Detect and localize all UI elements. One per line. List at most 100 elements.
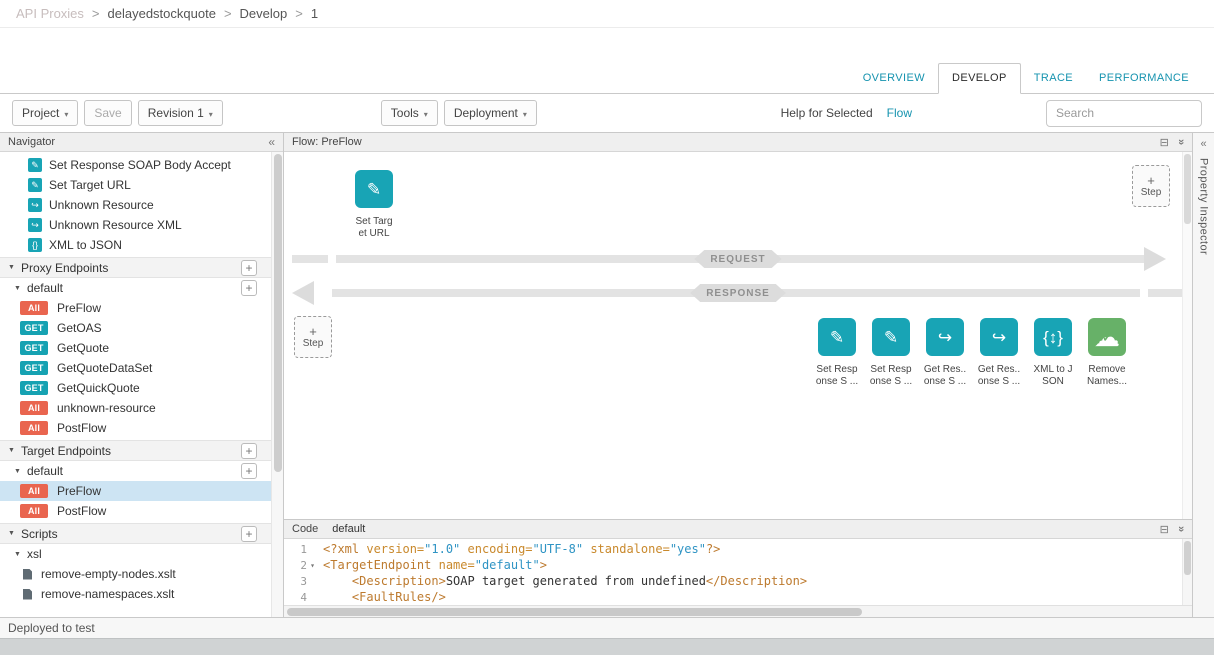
collapse-navigator-icon[interactable]: «: [268, 135, 275, 149]
nav-item-postflow[interactable]: AllPostFlow: [0, 418, 271, 438]
policy-label: Unknown Resource XML: [49, 218, 182, 232]
icon-glyph: ✎: [830, 329, 844, 346]
chevron-down-icon: ▾: [424, 110, 428, 119]
collapse-triangle-icon: ▼: [14, 551, 21, 558]
tools-button[interactable]: Tools▾: [381, 100, 438, 126]
add-button[interactable]: +: [241, 463, 257, 479]
line-number: 3: [300, 575, 307, 588]
group-default[interactable]: ▼default+: [0, 461, 271, 481]
breadcrumb-develop[interactable]: Develop: [240, 6, 288, 21]
save-button[interactable]: Save: [84, 100, 131, 126]
flow-step[interactable]: ✎Set Response S ...: [864, 318, 918, 388]
code-vertical-scrollbar[interactable]: [1182, 539, 1192, 605]
policy-label: Unknown Resource: [49, 198, 154, 212]
nav-item-label: GetQuoteDataSet: [57, 361, 152, 375]
section-target-endpoints[interactable]: ▼Target Endpoints+: [0, 440, 271, 461]
nav-item-getoas[interactable]: GETGetOAS: [0, 318, 271, 338]
deployment-button[interactable]: Deployment▾: [444, 100, 537, 126]
flow-canvas: + Step ✎Set Target URL REQUEST RESPONSE …: [284, 152, 1192, 519]
flow-step[interactable]: ☁✓RemoveNames...: [1080, 318, 1134, 388]
scrollbar-thumb[interactable]: [1184, 541, 1191, 575]
tab-trace[interactable]: TRACE: [1021, 63, 1086, 93]
tab-develop[interactable]: DEVELOP: [938, 63, 1021, 94]
nav-item-remove-namespaces-xslt[interactable]: remove-namespaces.xslt: [0, 584, 271, 604]
nav-item-getquickquote[interactable]: GETGetQuickQuote: [0, 378, 271, 398]
step-label-line: Get Res..: [924, 364, 966, 376]
project-button-label: Project: [22, 106, 59, 120]
code-horizontal-scrollbar[interactable]: [284, 605, 1192, 617]
step-label-line: Get Res..: [978, 364, 1020, 376]
request-label: REQUEST: [694, 250, 781, 268]
collapse-triangle-icon: ▼: [8, 530, 15, 537]
scrollbar-thumb[interactable]: [1184, 154, 1191, 224]
add-step-button[interactable]: + Step: [1132, 165, 1170, 207]
policy-item-unknown-resource-xml[interactable]: ↪Unknown Resource XML: [0, 215, 271, 235]
resource-icon: ↪: [926, 318, 964, 356]
flow-step[interactable]: ✎Set Target URL: [347, 170, 401, 240]
section-proxy-endpoints[interactable]: ▼Proxy Endpoints+: [0, 257, 271, 278]
revision-button[interactable]: Revision 1▾: [138, 100, 223, 126]
collapse-flow-panel-icon[interactable]: »: [1175, 139, 1187, 145]
flow-step[interactable]: {↕}XML to JSON: [1026, 318, 1080, 388]
search-input[interactable]: [1046, 100, 1202, 127]
collapse-code-panel-icon[interactable]: »: [1175, 526, 1187, 532]
property-inspector-panel[interactable]: « Property Inspector: [1192, 133, 1214, 617]
policy-item-unknown-resource[interactable]: ↪Unknown Resource: [0, 195, 271, 215]
policy-label: Set Response SOAP Body Accept: [49, 158, 231, 172]
nav-item-preflow[interactable]: AllPreFlow: [0, 481, 271, 501]
code-token: SOAP target generated from undefined: [446, 574, 706, 588]
flow-step[interactable]: ↪Get Res..onse S ...: [972, 318, 1026, 388]
step-label-line: Set Resp: [870, 364, 912, 376]
code-tab[interactable]: Code: [292, 523, 318, 535]
panel-layout-icon[interactable]: ⊟: [1160, 523, 1169, 536]
scrollbar-thumb[interactable]: [274, 154, 282, 472]
policy-item-set-response-soap-body-accept[interactable]: ✎Set Response SOAP Body Accept: [0, 155, 271, 175]
tab-performance[interactable]: PERFORMANCE: [1086, 63, 1202, 93]
nav-item-remove-empty-nodes-xslt[interactable]: remove-empty-nodes.xslt: [0, 564, 271, 584]
add-button[interactable]: +: [241, 260, 257, 276]
flow-vertical-scrollbar[interactable]: [1182, 152, 1192, 519]
flow-step[interactable]: ↪Get Res..onse S ...: [918, 318, 972, 388]
breadcrumb-1[interactable]: 1: [311, 6, 318, 21]
code-token: "yes": [670, 542, 706, 556]
section-scripts[interactable]: ▼ Scripts+: [0, 523, 271, 544]
flow-step[interactable]: ✎Set Response S ...: [810, 318, 864, 388]
add-step-button[interactable]: + Step: [294, 316, 332, 358]
nav-item-postflow[interactable]: AllPostFlow: [0, 501, 271, 521]
code-token: [323, 574, 352, 588]
chevron-down-icon: ▾: [209, 110, 213, 119]
group-xsl[interactable]: ▼xsl: [0, 544, 271, 564]
project-button[interactable]: Project▾: [12, 100, 78, 126]
add-button[interactable]: +: [241, 443, 257, 459]
step-label-line: onse S ...: [978, 376, 1020, 388]
policy-item-xml-to-json[interactable]: {}XML to JSON: [0, 235, 271, 255]
step-label-line: Remove: [1087, 364, 1127, 376]
nav-item-label: GetQuote: [57, 341, 109, 355]
section-title: Scripts: [21, 527, 241, 541]
panel-layout-icon[interactable]: ⊟: [1160, 136, 1169, 149]
line-number: 2: [300, 559, 307, 572]
breadcrumb-delayedstockquote[interactable]: delayedstockquote: [108, 6, 216, 21]
expand-property-inspector-icon[interactable]: «: [1200, 138, 1206, 150]
policy-item-set-target-url[interactable]: ✎Set Target URL: [0, 175, 271, 195]
code-editor[interactable]: 1<?xml version="1.0" encoding="UTF-8" st…: [284, 539, 1192, 605]
nav-item-getquote[interactable]: GETGetQuote: [0, 338, 271, 358]
tab-overview[interactable]: OVERVIEW: [850, 63, 938, 93]
nav-item-getquotedataset[interactable]: GETGetQuoteDataSet: [0, 358, 271, 378]
navigator-scrollbar[interactable]: [271, 152, 283, 617]
add-button[interactable]: +: [241, 526, 257, 542]
nav-item-preflow[interactable]: AllPreFlow: [0, 298, 271, 318]
step-label-line: Set Resp: [816, 364, 858, 376]
code-token: version=: [366, 542, 424, 556]
fold-arrow-icon[interactable]: ▾: [307, 561, 318, 570]
status-text: Deployed to test: [8, 621, 95, 635]
window-chrome-bottom: [0, 638, 1214, 655]
help-flow-link[interactable]: Flow: [887, 106, 912, 120]
scrollbar-thumb[interactable]: [287, 608, 862, 616]
group-default[interactable]: ▼default+: [0, 278, 271, 298]
add-button[interactable]: +: [241, 280, 257, 296]
response-steps: ✎Set Response S ...✎Set Response S ...↪G…: [810, 318, 1134, 388]
breadcrumb-api-proxies[interactable]: API Proxies: [16, 6, 84, 21]
nav-item-unknown-resource[interactable]: Allunknown-resource: [0, 398, 271, 418]
edit-policy-icon: ✎: [818, 318, 856, 356]
